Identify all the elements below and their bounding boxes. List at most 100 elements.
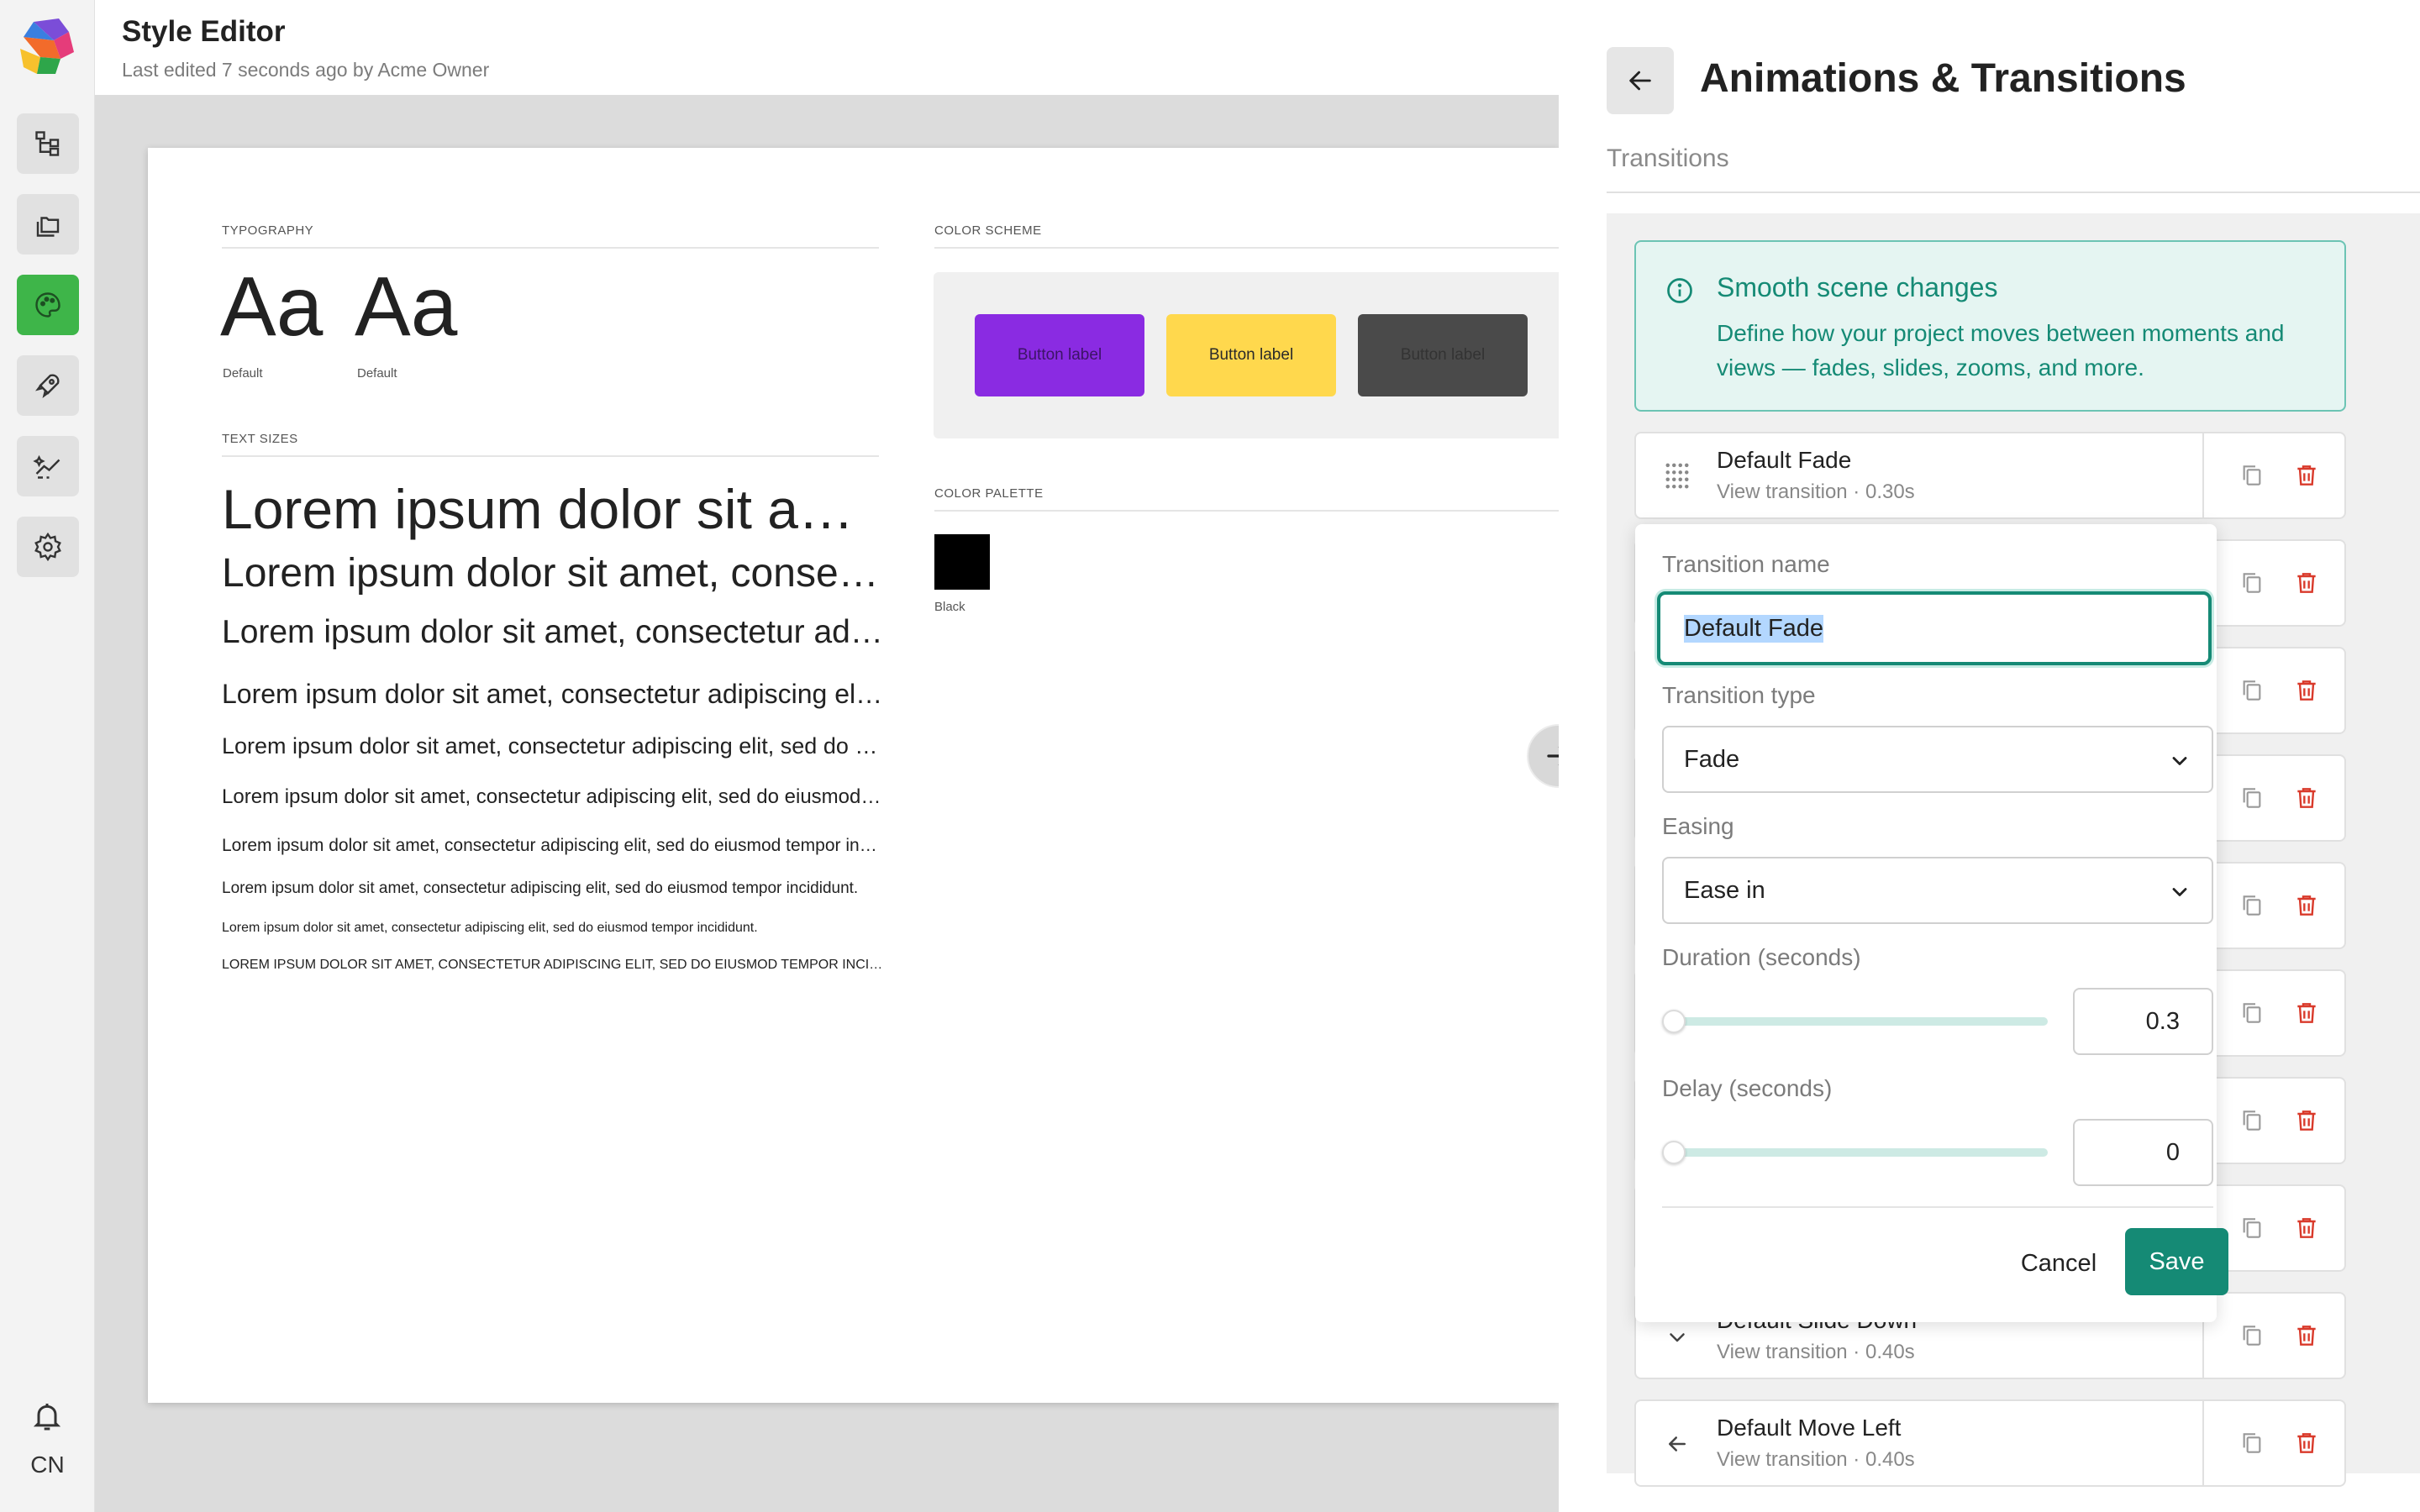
trash-icon[interactable] [2293,785,2320,811]
duplicate-icon[interactable] [2238,1430,2265,1457]
chevron-down-icon [2172,888,2187,896]
slider-thumb[interactable] [1662,1141,1686,1164]
chevron-down-icon[interactable] [1665,1322,1690,1351]
transition-type-value: Fade [1684,746,1740,773]
duration-input[interactable]: 0.3 [2073,988,2213,1055]
scheme-button-tertiary[interactable]: Button label [1358,314,1528,396]
save-button[interactable]: Save [2125,1228,2228,1295]
rail-publish-button[interactable] [17,355,79,416]
duplicate-icon[interactable] [2238,1107,2265,1134]
transition-name-label: Transition name [1662,551,1830,577]
back-button[interactable] [1607,47,1674,114]
scheme-button-primary[interactable]: Button label [975,314,1144,396]
trash-icon[interactable] [2293,892,2320,919]
delay-label: Delay (seconds) [1662,1075,1833,1101]
duplicate-icon[interactable] [2238,570,2265,596]
text-size-sample-5[interactable]: Lorem ipsum dolor sit amet, consectetur … [222,732,886,760]
duplicate-icon[interactable] [2238,1215,2265,1242]
user-initials[interactable]: CN [0,1452,95,1478]
slider-track [1662,1017,2048,1026]
transition-type-select[interactable]: Fade [1662,726,2213,793]
duration-label: Duration (seconds) [1662,944,1861,970]
divider [1662,1206,2213,1208]
color-swatch-black[interactable] [934,534,990,590]
trash-icon[interactable] [2293,1000,2320,1026]
easing-select[interactable]: Ease in [1662,857,2213,924]
gear-icon [34,532,61,562]
delay-input[interactable]: 0 [2073,1119,2213,1186]
trash-icon[interactable] [2293,1430,2320,1457]
duplicate-icon[interactable] [2238,462,2265,489]
text-size-sample-1[interactable]: Lorem ipsum dolor sit amet, consectetur … [222,475,886,543]
grid-dots-icon[interactable] [1665,462,1690,491]
easing-label: Easing [1662,813,1734,839]
rail-files-button[interactable] [17,194,79,255]
trash-icon[interactable] [2293,1322,2320,1349]
scheme-button-secondary[interactable]: Button label [1166,314,1336,396]
text-size-sample-7[interactable]: Lorem ipsum dolor sit amet, consectetur … [222,835,886,857]
transition-row[interactable]: Default Fade View transition · 0.30s [1634,432,2346,519]
duration-slider[interactable] [1662,1003,2048,1040]
palette-icon [35,292,60,318]
transition-type-label: Transition type [1662,682,1816,708]
rail-structure-button[interactable] [17,113,79,174]
rail-settings-button[interactable] [17,517,79,577]
text-size-sample-4[interactable]: Lorem ipsum dolor sit amet, consectetur … [222,677,886,711]
divider [1607,192,2420,193]
app-header: Style Editor Last edited 7 seconds ago b… [95,0,1559,95]
arrow-left-icon[interactable] [1665,1430,1690,1458]
duplicate-icon[interactable] [2238,785,2265,811]
text-size-sample-2[interactable]: Lorem ipsum dolor sit amet, consectetur … [222,549,886,599]
transition-name: Default Move Left [1717,1415,1902,1441]
slider-thumb[interactable] [1662,1010,1686,1033]
style-sheet-preview: TYPOGRAPHY Aa Default Aa Default TEXT SI… [148,148,1559,1403]
duplicate-icon[interactable] [2238,1000,2265,1026]
typography-caption: Default [357,366,397,381]
text-size-sample-6[interactable]: Lorem ipsum dolor sit amet, consectetur … [222,785,886,810]
easing-value: Ease in [1684,877,1765,904]
rocket-icon [35,374,60,398]
rail-style-button[interactable] [17,275,79,335]
app-logo-icon[interactable] [15,15,79,79]
trash-icon[interactable] [2293,677,2320,704]
text-size-sample-9[interactable]: Lorem ipsum dolor sit amet, consectetur … [222,919,886,937]
transition-row[interactable]: Default Move Left View transition · 0.40… [1634,1399,2346,1487]
transition-name-input[interactable]: Default Fade [1657,591,2212,665]
trash-icon[interactable] [2293,1107,2320,1134]
arrow-left-icon [1629,71,1651,91]
info-callout: Smooth scene changes Define how your pro… [1634,240,2346,412]
transition-name: Default Fade [1717,447,1852,473]
cancel-button[interactable]: Cancel [1996,1230,2121,1297]
transition-name-value: Default Fade [1684,614,1824,643]
page-title: Style Editor [122,15,286,48]
duplicate-icon[interactable] [2238,677,2265,704]
text-size-sample-caps[interactable]: LOREM IPSUM DOLOR SIT AMET, CONSECTETUR … [222,956,886,974]
divider [2202,1401,2204,1485]
left-rail: CN [0,0,95,1512]
trash-icon[interactable] [2293,462,2320,489]
divider [222,247,879,249]
info-body: Define how your project moves between mo… [1717,320,2285,381]
info-title: Smooth scene changes [1717,272,1998,302]
color-swatch-label: Black [934,600,965,614]
typography-sample[interactable]: Aa [355,259,457,355]
slider-track [1662,1148,2048,1157]
color-palette-label: COLOR PALETTE [934,486,1044,501]
trash-icon[interactable] [2293,1215,2320,1242]
typography-sample[interactable]: Aa [220,259,323,355]
divider [934,247,1559,249]
typography-label: TYPOGRAPHY [222,223,314,238]
text-size-sample-3[interactable]: Lorem ipsum dolor sit amet, consectetur … [222,612,886,653]
duplicate-icon[interactable] [2238,1322,2265,1349]
text-sizes-label: TEXT SIZES [222,432,298,446]
delay-slider[interactable] [1662,1134,2048,1171]
transition-meta: View transition · 0.40s [1717,1448,1915,1471]
bell-icon[interactable] [30,1399,64,1433]
rail-analytics-button[interactable] [17,436,79,496]
trash-icon[interactable] [2293,570,2320,596]
divider [222,455,879,457]
transition-meta: View transition · 0.40s [1717,1341,1915,1363]
info-icon [1667,278,1692,303]
text-size-sample-8[interactable]: Lorem ipsum dolor sit amet, consectetur … [222,879,886,899]
duplicate-icon[interactable] [2238,892,2265,919]
